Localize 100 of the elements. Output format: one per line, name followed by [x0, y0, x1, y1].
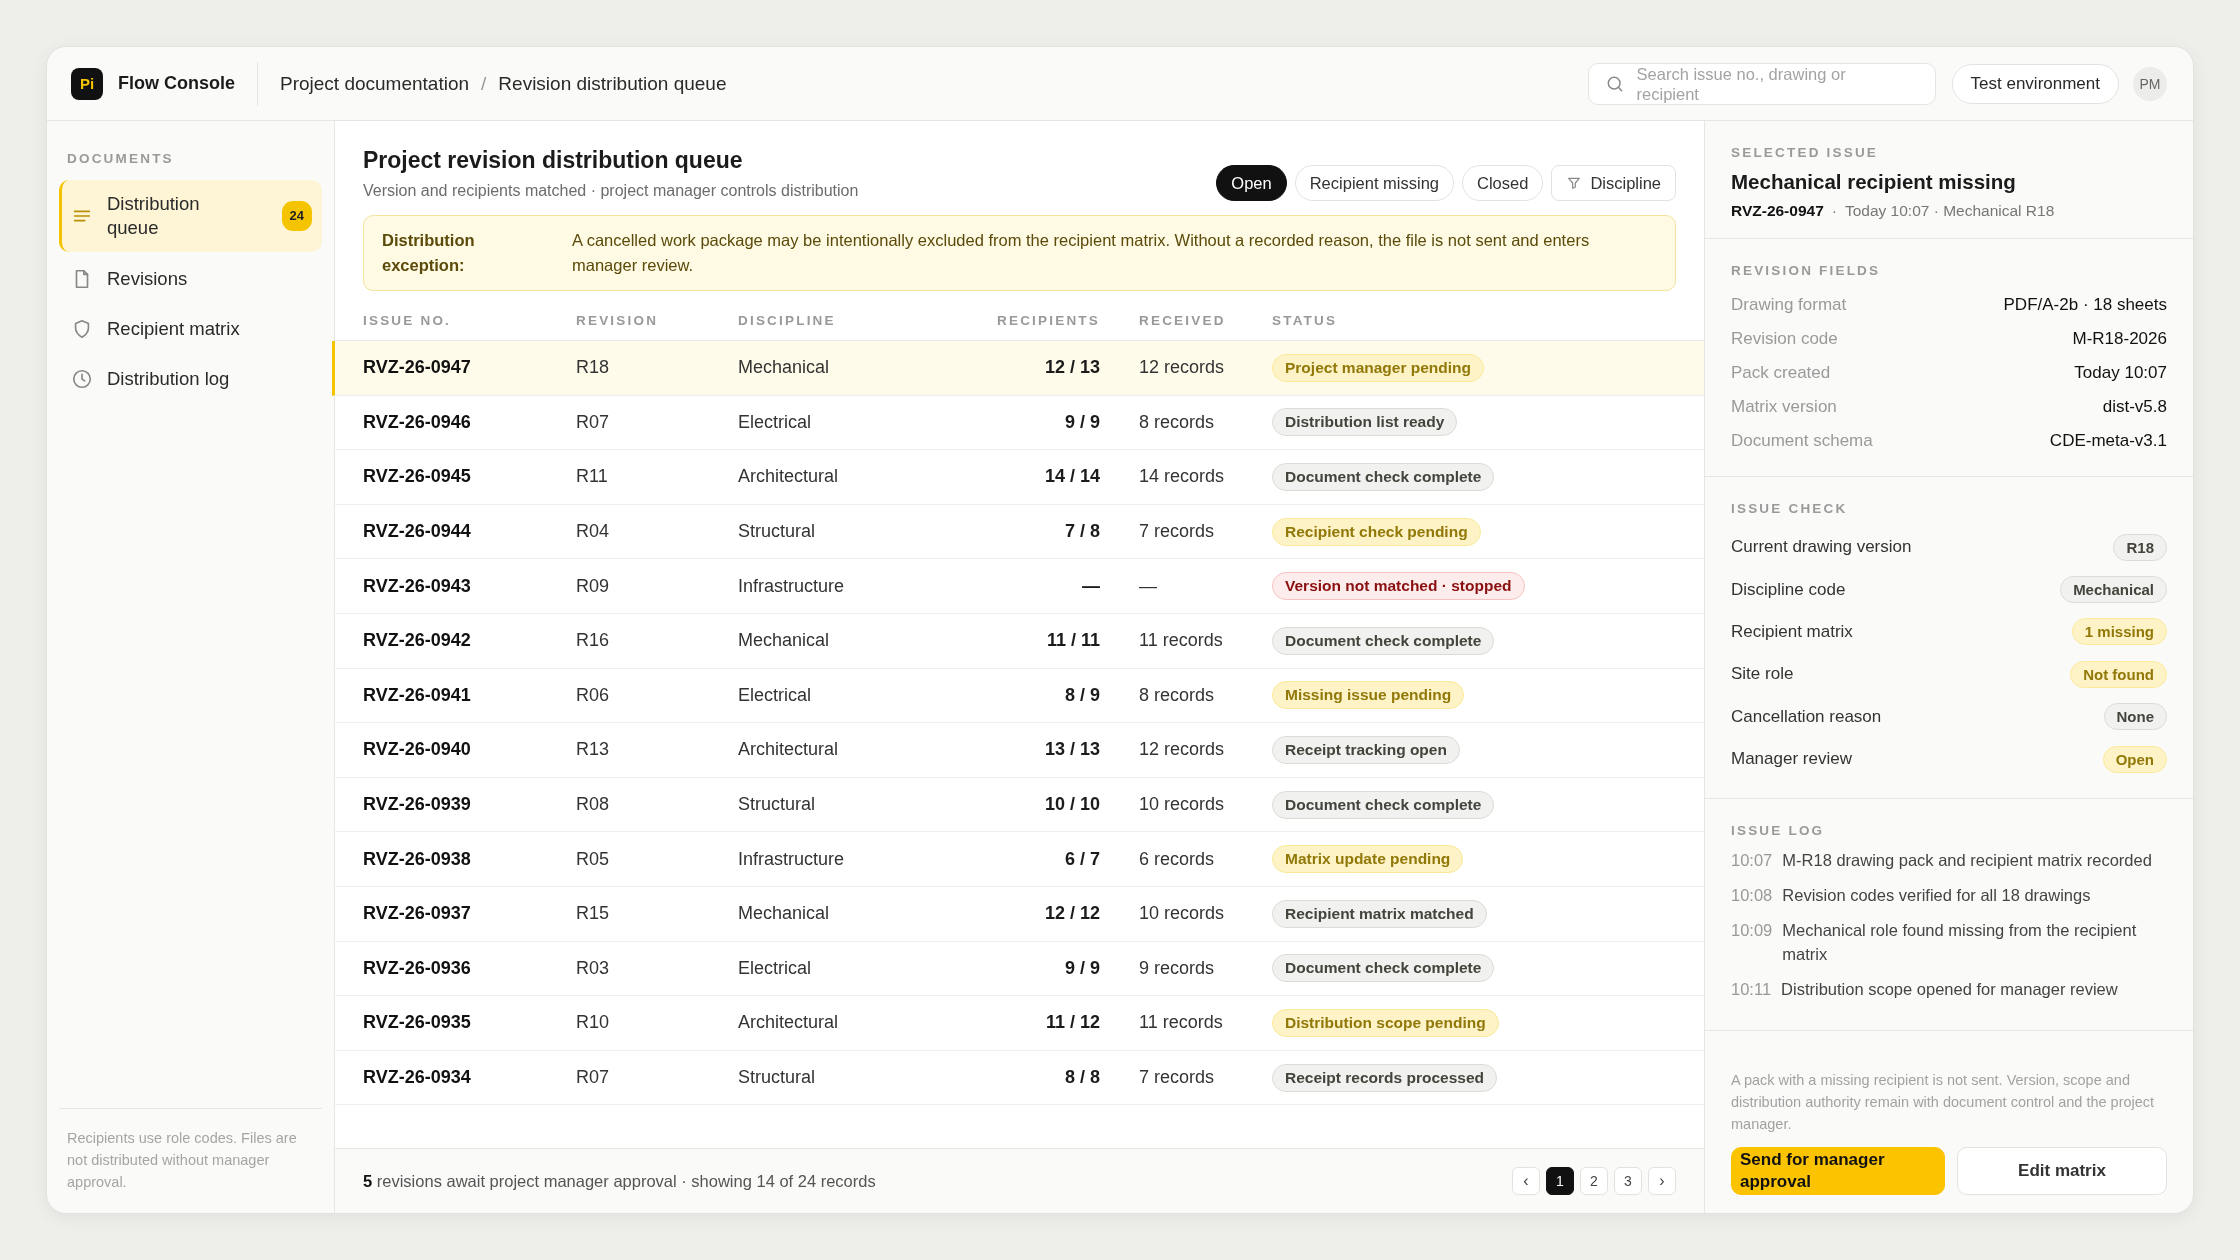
- field-value: Today 10:07: [2074, 363, 2167, 383]
- table-cell-text: —: [1138, 575, 1158, 597]
- status-tag: Version not matched · stopped: [1272, 572, 1525, 601]
- table-cell-text: 10 records: [1138, 903, 1226, 925]
- table-cell-text: 7 records: [1138, 1067, 1216, 1088]
- table-row[interactable]: RVZ-26-0934 R07 Structural 8 / 8 7 records Receipt records processed: [332, 1050, 1704, 1106]
- sidebar-item[interactable]: Recipient matrix: [59, 306, 322, 352]
- table-cell-text: RVZ-26-0940: [363, 739, 472, 761]
- log-time: 10:08: [1731, 885, 1773, 907]
- alert-text: A cancelled work package may be intentionally excluded from the recipient matrix. Without a recorded reason, the file is not sent and enters manager review.: [572, 230, 1591, 276]
- log-entry: Revision codes verified for all 18 drawings: [1782, 885, 2091, 907]
- filter-chip[interactable]: Open: [1216, 165, 1287, 201]
- page-button[interactable]: 3: [1614, 1167, 1642, 1195]
- table-row[interactable]: RVZ-26-0939 R08 Structural 10 / 10 10 records Document check complete: [332, 777, 1704, 833]
- log-entry: Distribution scope opened for manager review: [1781, 979, 2118, 1001]
- page-subtitle: Version and recipients matched · project manager controls distribution: [363, 182, 859, 200]
- table-cell-text: Infrastructure: [738, 575, 846, 597]
- page-arrow-button[interactable]: ›: [1648, 1167, 1676, 1195]
- filter-dropdown[interactable]: Discipline: [1551, 165, 1676, 201]
- status-tag: Document check complete: [1272, 626, 1495, 655]
- edit-button[interactable]: Edit matrix: [1957, 1147, 2167, 1195]
- table-cell-text: 9 records: [1138, 957, 1216, 979]
- check-tag: R18: [2113, 533, 2167, 561]
- table-row[interactable]: RVZ-26-0944 R04 Structural 7 / 8 7 records Recipient check pending: [332, 504, 1704, 560]
- table-cell-text: 6 / 7: [1063, 848, 1101, 870]
- check-label: Site role: [1731, 664, 1794, 685]
- status-tag: Recipient check pending: [1272, 517, 1481, 546]
- check-tag: None: [2103, 703, 2167, 731]
- filter-chip[interactable]: Closed: [1462, 165, 1544, 201]
- field-value: PDF/A-2b · 18 sheets: [2003, 295, 2167, 315]
- table-cell-text: 10 / 10: [1043, 794, 1101, 816]
- table-cell-text: R10: [576, 1012, 611, 1034]
- table-row[interactable]: RVZ-26-0941 R06 Electrical 8 / 9 8 records Missing issue pending: [332, 668, 1704, 724]
- table-row[interactable]: RVZ-26-0943 R09 Infrastructure — — Version not matched · stopped: [332, 559, 1704, 614]
- alert-label: Distribution exception:: [382, 230, 476, 276]
- check-label: Discipline code: [1731, 579, 1846, 600]
- table-cell-text: R03: [576, 957, 611, 979]
- table-cell-text: RVZ-26-0939: [363, 794, 472, 816]
- table-row[interactable]: RVZ-26-0937 R15 Mechanical 12 / 12 10 records Recipient matrix matched: [332, 886, 1704, 942]
- filter-chip[interactable]: Recipient missing: [1294, 165, 1454, 201]
- table-cell-text: Mechanical: [738, 630, 831, 652]
- check-label: Manager review: [1731, 749, 1852, 770]
- environment-button[interactable]: Test environment: [1951, 63, 2119, 104]
- table-cell-text: Electrical: [738, 684, 813, 706]
- section-heading: DOCUMENTS: [67, 151, 175, 166]
- table-cell-text: R06: [576, 684, 611, 706]
- table-cell-text: Electrical: [738, 411, 813, 433]
- search-input[interactable]: Search issue no., drawing or recipient: [1636, 63, 1867, 104]
- search-field[interactable]: Search issue no., drawing or recipient: [1587, 62, 1936, 105]
- table-cell-text: 12 records: [1138, 739, 1226, 761]
- panel-note: A pack with a missing recipient is not sent. Version, scope and distribution authority remain with document control and the project manager.: [1731, 1071, 2156, 1134]
- table-row[interactable]: RVZ-26-0942 R16 Mechanical 11 / 11 11 records Document check complete: [332, 613, 1704, 669]
- page-button[interactable]: 2: [1580, 1167, 1608, 1195]
- field-label: Drawing format: [1731, 295, 1847, 315]
- table-cell-text: 8 / 9: [1063, 684, 1101, 706]
- table-cell-text: Mechanical: [738, 357, 831, 379]
- approval-button[interactable]: Send for manager approval: [1731, 1147, 1945, 1195]
- table-cell-text: 9 / 9: [1063, 957, 1101, 979]
- check-tag: Not found: [2070, 660, 2167, 688]
- status-tag: Recipient matrix matched: [1272, 899, 1487, 928]
- table-cell-text: R18: [576, 357, 611, 379]
- breadcrumb-link[interactable]: Project documentation: [280, 72, 470, 95]
- field-label: Revision code: [1731, 329, 1838, 349]
- issue-number: RVZ-26-0947: [1731, 202, 1824, 220]
- sidebar-item[interactable]: Distribution queue 24: [59, 180, 322, 252]
- page-arrow-button[interactable]: ‹: [1512, 1167, 1540, 1195]
- status-tag: Receipt records processed: [1272, 1063, 1497, 1092]
- table-row[interactable]: RVZ-26-0947 R18 Mechanical 12 / 13 12 records Project manager pending: [332, 341, 1704, 396]
- check-label: Current drawing version: [1731, 537, 1912, 558]
- table-row[interactable]: RVZ-26-0945 R11 Architectural 14 / 14 14 records Document check complete: [332, 450, 1704, 505]
- sidebar-item[interactable]: Distribution log: [59, 356, 322, 402]
- table-cell-text: R05: [576, 848, 611, 870]
- table-row[interactable]: RVZ-26-0935 R10 Architectural 11 / 12 11 records Distribution scope pending: [332, 996, 1704, 1051]
- table-cell-text: Structural: [738, 521, 817, 543]
- table-cell-text: 7 records: [1138, 521, 1216, 543]
- table-cell-text: RVZ-26-0934: [363, 1067, 472, 1088]
- table-row[interactable]: RVZ-26-0940 R13 Architectural 13 / 13 12 records Receipt tracking open: [332, 723, 1704, 778]
- check-label: Cancellation reason: [1731, 706, 1882, 727]
- check-tag: 1 missing: [2071, 618, 2167, 646]
- app-name: Flow Console: [118, 73, 235, 94]
- table-cell-text: R15: [576, 903, 611, 925]
- section-heading: SELECTED ISSUE: [1731, 145, 1880, 160]
- table-cell-text: 10 records: [1138, 794, 1226, 816]
- table-cell-text: R09: [576, 575, 611, 597]
- table-row[interactable]: RVZ-26-0938 R05 Infrastructure 6 / 7 6 records Matrix update pending: [332, 832, 1704, 887]
- column-header: RECIPIENTS: [996, 313, 1101, 328]
- section-heading: ISSUE CHECK: [1731, 501, 1849, 516]
- page-button[interactable]: 1: [1546, 1167, 1574, 1195]
- column-header: STATUS: [1272, 313, 1339, 328]
- check-tag: Mechanical: [2060, 576, 2167, 604]
- avatar[interactable]: PM: [2133, 66, 2167, 101]
- check-tag: Open: [2102, 745, 2167, 773]
- status-tag: Document check complete: [1272, 954, 1495, 983]
- log-time: 10:09: [1731, 920, 1773, 942]
- sidebar-item[interactable]: Revisions: [59, 256, 322, 302]
- table-cell-text: RVZ-26-0937: [363, 903, 472, 925]
- table-row[interactable]: RVZ-26-0936 R03 Electrical 9 / 9 9 records Document check complete: [332, 941, 1704, 997]
- column-header: ISSUE NO.: [363, 313, 453, 328]
- table-cell-text: RVZ-26-0946: [363, 411, 472, 433]
- table-row[interactable]: RVZ-26-0946 R07 Electrical 9 / 9 8 records Distribution list ready: [332, 395, 1704, 451]
